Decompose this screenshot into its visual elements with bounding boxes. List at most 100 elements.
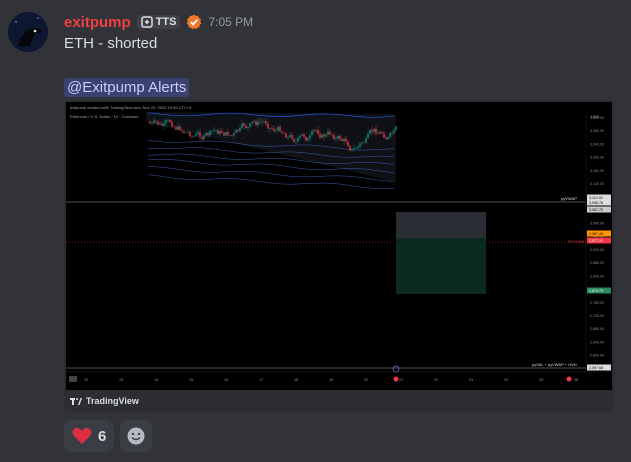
candle-body xyxy=(293,138,295,142)
smiley-icon xyxy=(127,427,145,445)
chart-header: exitpump created with TradingView.com, N… xyxy=(70,105,192,110)
candle-body xyxy=(149,122,151,124)
price-tick: 3,320.00 xyxy=(590,116,604,120)
candle-body xyxy=(247,126,249,128)
candle-body xyxy=(359,143,361,147)
candle-body xyxy=(369,130,371,134)
price-tick: 3,200.00 xyxy=(590,156,604,160)
price-tag-label: 2,870.79 xyxy=(589,289,603,293)
candle-body xyxy=(167,120,169,121)
candle-body xyxy=(345,138,347,142)
candle-body xyxy=(181,130,183,132)
chart-symbol: Ethereum / U.S. Dollar · 1h · Coinbase xyxy=(70,114,139,119)
date-tick: 23 xyxy=(469,378,473,382)
candle-body xyxy=(241,123,243,128)
candle-body xyxy=(159,123,161,125)
candle-body xyxy=(331,134,333,135)
date-tick: 24 xyxy=(504,378,508,382)
candle-body xyxy=(183,131,185,133)
candle-body xyxy=(395,126,397,130)
candle-body xyxy=(347,141,349,147)
avatar[interactable] xyxy=(8,12,48,52)
candle-body xyxy=(163,123,165,126)
candle-body xyxy=(245,125,247,128)
candle-body xyxy=(257,121,259,126)
candle-body xyxy=(379,132,381,134)
candle-body xyxy=(171,121,173,127)
candle-body xyxy=(289,134,291,137)
candle-body xyxy=(381,132,383,134)
candle-body xyxy=(235,129,237,133)
price-tick: 3,280.00 xyxy=(590,129,604,133)
candle-body xyxy=(309,135,311,139)
price-tick: 2,920.00 xyxy=(590,248,604,252)
price-tag-label: 2,977.22 xyxy=(589,239,603,243)
candle-body xyxy=(337,136,339,139)
candle-body xyxy=(269,128,271,129)
vwap-band-line xyxy=(147,174,395,189)
candle-body xyxy=(243,123,245,126)
heart-icon xyxy=(72,427,92,444)
candle-body xyxy=(303,134,305,137)
candle-body xyxy=(389,133,391,137)
date-tick: 25 xyxy=(539,378,543,382)
candle-body xyxy=(299,135,301,138)
candle-body xyxy=(393,129,395,134)
add-reaction-button[interactable] xyxy=(120,420,153,452)
candle-body xyxy=(341,139,343,141)
candle-body xyxy=(201,136,203,140)
candle-body xyxy=(317,130,319,134)
tradingview-credit: TradingView xyxy=(70,396,139,406)
price-tick: 2,880.00 xyxy=(590,261,604,265)
candle-body xyxy=(385,137,387,140)
reaction-heart[interactable]: 6 xyxy=(64,420,115,452)
price-tick: 2,680.00 xyxy=(590,327,604,331)
event-marker-2 xyxy=(393,376,399,382)
candle-body xyxy=(157,121,159,125)
pyval-label: pyVAL + pyVWAP + HVN xyxy=(532,362,577,367)
candle-body xyxy=(291,134,293,139)
candle-body xyxy=(197,132,199,135)
price-tick: 3,120.00 xyxy=(590,182,604,186)
candle-body xyxy=(227,132,229,136)
candle-body xyxy=(189,132,191,137)
candle-body xyxy=(263,121,265,122)
date-tick: 20 xyxy=(364,378,368,382)
candle-body xyxy=(287,137,289,138)
candle-body xyxy=(237,129,239,132)
pyvwap-label: pyVWAP xyxy=(561,196,577,201)
candle-body xyxy=(339,136,341,140)
candle-body xyxy=(175,127,177,130)
candle-body xyxy=(281,131,283,134)
candle-body xyxy=(377,133,379,134)
candle-body xyxy=(279,126,281,132)
candle-body xyxy=(207,133,209,136)
candle-body xyxy=(307,138,309,141)
candle-body xyxy=(193,136,195,137)
image-embed[interactable]: exitpump created with TradingView.com, N… xyxy=(64,100,614,412)
candle-body xyxy=(177,126,179,130)
candle-body xyxy=(371,130,373,132)
role-mention[interactable]: @Exitpump Alerts xyxy=(64,78,190,97)
price-tick: 3,000.00 xyxy=(590,222,604,226)
date-tick: 17 xyxy=(259,378,263,382)
message-header: exitpump TTS 7:05 PM xyxy=(64,12,253,32)
tts-badge[interactable]: TTS xyxy=(136,15,181,29)
candle-body xyxy=(225,132,227,136)
chart-image[interactable]: exitpump created with TradingView.com, N… xyxy=(66,102,612,390)
candle-body xyxy=(363,142,365,144)
price-tick: 2,760.00 xyxy=(590,301,604,305)
price-tag-label: 3,067.70 xyxy=(589,208,603,212)
candle-body xyxy=(357,146,359,149)
candle-body xyxy=(343,138,345,141)
username[interactable]: exitpump xyxy=(64,14,131,31)
candle-body xyxy=(179,126,181,130)
candle-body xyxy=(253,121,255,122)
candle-body xyxy=(333,134,335,140)
candle-body xyxy=(323,134,325,137)
candle-body xyxy=(255,121,257,125)
candle-body xyxy=(325,134,327,137)
verified-icon[interactable] xyxy=(186,14,202,30)
candle-body xyxy=(213,130,215,131)
candle-body xyxy=(239,127,241,132)
